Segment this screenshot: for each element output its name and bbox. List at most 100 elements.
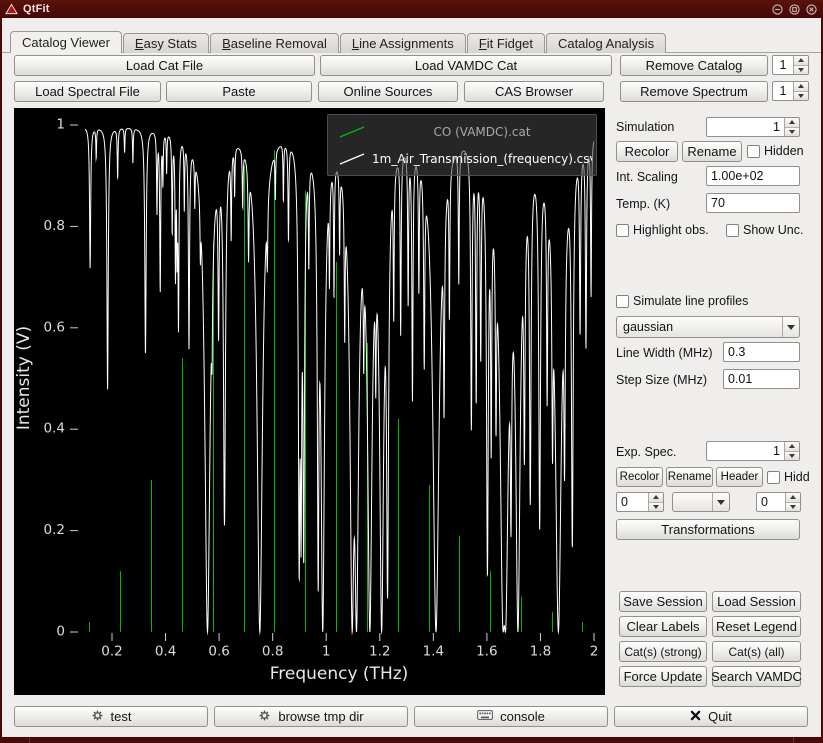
spinner-down-button[interactable] [786,502,800,511]
selected-option: gaussian [623,320,674,334]
control-panel: Simulation 1 Recolor Rename Hidden Int. … [616,108,810,695]
legend-label: 1m_Air_Transmission_(frequency).csv [372,151,592,166]
hidden-spectrum-checkbox[interactable]: Hidden [767,470,810,484]
tab-easy-stats[interactable]: Easy Stats [122,33,210,53]
tab-fit-fidget[interactable]: Fit Fidget [466,33,545,53]
force-update-button[interactable]: Force Update [619,666,707,687]
title-bar: QtFit [0,0,823,18]
spectrum-select[interactable] [672,492,730,512]
test-button[interactable]: test [14,706,208,727]
tab-baseline-removal[interactable]: Baseline Removal [210,33,339,53]
load-vamdc-cat-button[interactable]: Load VAMDC Cat [320,55,612,76]
paste-button[interactable]: Paste [166,81,312,102]
spinner-up-button[interactable] [649,493,663,503]
window-title: QtFit [23,3,50,15]
field-value: 0.3 [728,345,746,359]
y-axis-label: Intensity (V) [14,325,34,431]
profile-type-select[interactable]: gaussian [616,316,800,338]
tab-line-assignments[interactable]: Line Assignments [339,33,466,53]
spinner-down-button[interactable] [785,127,799,136]
rename-catalog-button[interactable]: Rename [682,141,742,162]
remove-catalog-button[interactable]: Remove Catalog [620,55,768,76]
browse-tmp-dir-button[interactable]: browse tmp dir [214,706,408,727]
step-size-label: Step Size (MHz) [616,373,707,387]
reset-legend-button[interactable]: Reset Legend [712,616,801,637]
legend-line-sample [332,125,372,139]
load-spectral-file-button[interactable]: Load Spectral File [14,81,161,102]
spinner-value: 1 [773,120,780,134]
spectrum-spinner-b[interactable]: 0 [756,492,801,512]
checkbox-label: Highlight obs. [633,223,709,237]
remove-spectrum-count-spinner[interactable]: 1 [772,81,809,101]
legend-label: CO (VAMDC).cat [433,124,531,139]
online-sources-button[interactable]: Online Sources [318,81,458,102]
hidden-catalog-checkbox[interactable]: Hidden [747,144,804,158]
spinner-down-button[interactable] [794,91,808,100]
remove-spectrum-button[interactable]: Remove Spectrum [620,81,768,102]
cats-all-button[interactable]: Cat(s) (all) [712,641,801,662]
tab-catalog-viewer[interactable]: Catalog Viewer [10,31,122,53]
simulate-line-profiles-checkbox[interactable]: Simulate line profiles [616,294,748,308]
spinner-value: 0 [621,495,628,509]
plot-legend[interactable]: CO (VAMDC).cat 1m_Air_Transmission_(frequ… [327,114,597,176]
legend-line-sample [332,152,372,166]
spinner-down-button[interactable] [649,502,663,511]
checkbox-box [616,294,629,308]
app-icon [5,3,18,15]
close-button[interactable] [805,3,817,15]
temp-field[interactable]: 70 [706,193,800,213]
tab-catalog-analysis[interactable]: Catalog Analysis [545,33,667,53]
simulation-label: Simulation [616,120,675,134]
spinner-up-button[interactable] [786,493,800,503]
checkbox-box [726,223,739,237]
search-vamdc-button[interactable]: Search VAMDC [711,666,802,687]
checkbox-label: Show Unc. [743,223,804,237]
minimize-button[interactable] [771,3,783,15]
spinner-value: 1 [773,444,780,458]
button-label: browse tmp dir [278,709,364,724]
step-size-field[interactable]: 0.01 [723,369,800,389]
gear-icon [91,709,104,725]
window-controls [771,3,817,15]
load-session-button[interactable]: Load Session [712,591,801,612]
rename-spectrum-button[interactable]: Rename [666,467,713,487]
spinner-up-button[interactable] [785,118,799,128]
simulation-spinner[interactable]: 1 [706,117,800,137]
highlight-obs-checkbox[interactable]: Highlight obs. [616,223,709,237]
gear-icon [258,709,271,725]
cas-browser-button[interactable]: CAS Browser [464,81,604,102]
line-width-field[interactable]: 0.3 [723,342,800,362]
header-button[interactable]: Header [716,467,763,487]
recolor-catalog-button[interactable]: Recolor [616,141,678,162]
window-resize-grip[interactable] [0,737,823,743]
spinner-up-button[interactable] [794,56,808,66]
chevron-down-icon [782,317,799,337]
spinner-down-button[interactable] [794,65,808,74]
quit-button[interactable]: Quit [614,706,808,727]
spinner-up-button[interactable] [794,82,808,92]
button-label: Quit [708,709,732,724]
field-value: 70 [711,196,725,210]
spectrum-plot-canvas[interactable] [14,108,605,695]
int-scaling-field[interactable]: 1.00e+02 [706,166,800,186]
maximize-button[interactable] [788,3,800,15]
spinner-up-button[interactable] [785,442,799,452]
cats-strong-button[interactable]: Cat(s) (strong) [619,641,707,662]
load-cat-file-button[interactable]: Load Cat File [14,55,315,76]
clear-labels-button[interactable]: Clear Labels [619,616,707,637]
spinner-value: 0 [761,495,768,509]
spectrum-spinner-a[interactable]: 0 [616,492,664,512]
show-unc-checkbox[interactable]: Show Unc. [726,223,803,237]
transformations-button[interactable]: Transformations [616,519,800,540]
remove-catalog-count-spinner[interactable]: 1 [772,55,809,75]
save-session-button[interactable]: Save Session [619,591,707,612]
console-button[interactable]: console [414,706,608,727]
spinner-down-button[interactable] [785,451,799,460]
line-width-label: Line Width (MHz) [616,346,713,360]
checkbox-box [767,470,780,484]
recolor-spectrum-button[interactable]: Recolor [616,467,663,487]
checkbox-box [747,144,760,158]
exp-spec-spinner[interactable]: 1 [706,441,800,461]
exp-spec-label: Exp. Spec. [616,445,677,459]
tab-bar: Catalog Viewer Easy Stats Baseline Removal… [10,31,667,53]
